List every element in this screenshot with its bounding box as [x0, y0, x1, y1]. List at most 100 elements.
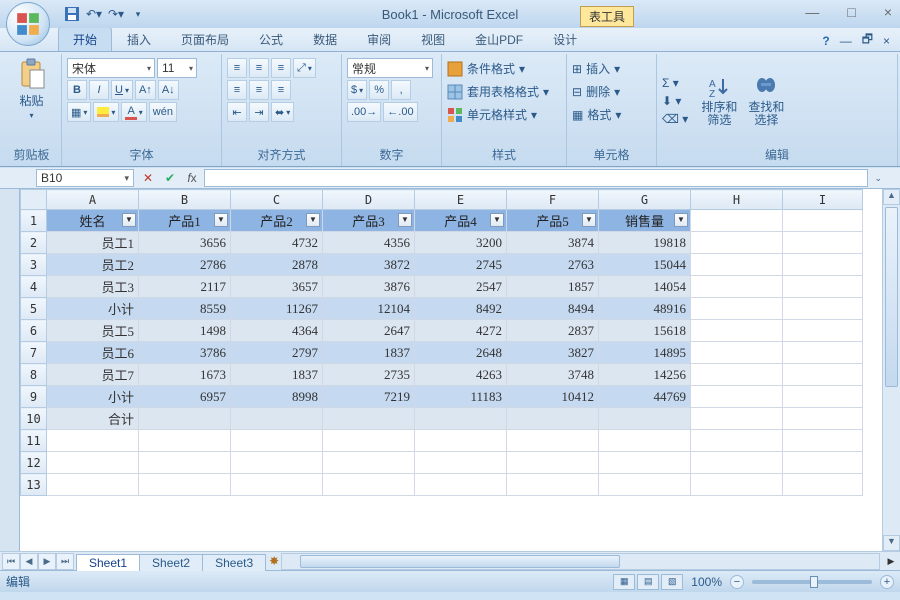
insert-cells-button[interactable]: ⊞ 插入 ▾	[572, 60, 620, 77]
empty-cell[interactable]	[415, 452, 507, 474]
empty-cell[interactable]	[507, 474, 599, 496]
row-header-7[interactable]: 7	[21, 342, 47, 364]
empty-cell[interactable]	[323, 430, 415, 452]
data-cell[interactable]: 8494	[507, 298, 599, 320]
row-header-6[interactable]: 6	[21, 320, 47, 342]
empty-cell[interactable]	[691, 408, 783, 430]
filter-icon[interactable]: ▼	[674, 213, 688, 227]
data-cell[interactable]: 1837	[323, 342, 415, 364]
minimize-button[interactable]: —	[805, 4, 819, 20]
delete-cells-button[interactable]: ⊟ 删除 ▾	[572, 83, 620, 100]
empty-cell[interactable]	[139, 430, 231, 452]
data-cell[interactable]	[323, 408, 415, 430]
empty-cell[interactable]	[783, 298, 863, 320]
data-cell[interactable]: 2648	[415, 342, 507, 364]
data-cell[interactable]: 44769	[599, 386, 691, 408]
enter-formula-icon[interactable]: ✔	[162, 170, 178, 186]
row-header-12[interactable]: 12	[21, 452, 47, 474]
empty-cell[interactable]	[47, 430, 139, 452]
data-cell[interactable]: 3786	[139, 342, 231, 364]
row-header-3[interactable]: 3	[21, 254, 47, 276]
col-header-G[interactable]: G	[599, 190, 691, 210]
hscroll-thumb[interactable]	[300, 555, 620, 568]
tab-页面布局[interactable]: 页面布局	[166, 27, 244, 51]
mdi-close-icon[interactable]: ×	[883, 34, 890, 48]
data-cell[interactable]: 11183	[415, 386, 507, 408]
empty-cell[interactable]	[599, 452, 691, 474]
table-header-cell[interactable]: 产品1▼	[139, 210, 231, 232]
zoom-in-button[interactable]: +	[880, 575, 894, 589]
scroll-up-icon[interactable]: ▲	[883, 189, 900, 205]
align-right-button[interactable]: ≡	[271, 80, 291, 100]
expand-formula-bar-icon[interactable]: ⌄	[874, 173, 882, 184]
empty-cell[interactable]	[783, 320, 863, 342]
sheet-nav-next-icon[interactable]: ▶	[38, 553, 56, 570]
data-cell[interactable]: 2647	[323, 320, 415, 342]
empty-cell[interactable]	[783, 232, 863, 254]
zoom-slider[interactable]	[752, 580, 872, 584]
data-cell[interactable]: 2878	[231, 254, 323, 276]
filter-icon[interactable]: ▼	[122, 213, 136, 227]
empty-cell[interactable]	[139, 452, 231, 474]
empty-cell[interactable]	[691, 276, 783, 298]
shrink-font-button[interactable]: A↓	[158, 80, 179, 100]
empty-cell[interactable]	[691, 254, 783, 276]
sheet-tab-Sheet3[interactable]: Sheet3	[202, 554, 266, 571]
font-color-button[interactable]: A	[121, 102, 146, 122]
tab-视图[interactable]: 视图	[406, 27, 460, 51]
undo-icon[interactable]: ↶▾	[86, 6, 102, 22]
data-cell[interactable]: 15618	[599, 320, 691, 342]
tab-数据[interactable]: 数据	[298, 27, 352, 51]
data-cell[interactable]: 2117	[139, 276, 231, 298]
data-cell[interactable]: 3872	[323, 254, 415, 276]
data-cell[interactable]: 1673	[139, 364, 231, 386]
data-cell[interactable]: 14256	[599, 364, 691, 386]
data-cell[interactable]: 2745	[415, 254, 507, 276]
data-cell[interactable]	[599, 408, 691, 430]
data-cell[interactable]: 2547	[415, 276, 507, 298]
data-cell[interactable]: 19818	[599, 232, 691, 254]
align-left-button[interactable]: ≡	[227, 80, 247, 100]
empty-cell[interactable]	[415, 430, 507, 452]
empty-cell[interactable]	[323, 474, 415, 496]
empty-cell[interactable]	[691, 364, 783, 386]
data-cell[interactable]: 2786	[139, 254, 231, 276]
data-cell[interactable]: 员工5	[47, 320, 139, 342]
empty-cell[interactable]	[783, 386, 863, 408]
fx-icon[interactable]: fx	[184, 170, 200, 186]
empty-cell[interactable]	[783, 342, 863, 364]
sheet-tab-Sheet2[interactable]: Sheet2	[139, 554, 203, 571]
data-cell[interactable]	[415, 408, 507, 430]
filter-icon[interactable]: ▼	[214, 213, 228, 227]
data-cell[interactable]: 1498	[139, 320, 231, 342]
data-cell[interactable]: 员工7	[47, 364, 139, 386]
empty-cell[interactable]	[47, 452, 139, 474]
data-cell[interactable]: 7219	[323, 386, 415, 408]
data-cell[interactable]: 小计	[47, 298, 139, 320]
row-header-11[interactable]: 11	[21, 430, 47, 452]
align-top-button[interactable]: ≡	[227, 58, 247, 78]
sheet-nav-first-icon[interactable]: ⏮	[2, 553, 20, 570]
data-cell[interactable]: 4732	[231, 232, 323, 254]
empty-cell[interactable]	[783, 276, 863, 298]
format-as-table-button[interactable]: 套用表格格式 ▾	[447, 83, 549, 100]
bold-button[interactable]: B	[67, 80, 87, 100]
vertical-scrollbar[interactable]: ▲ ▼	[882, 189, 900, 551]
data-cell[interactable]	[231, 408, 323, 430]
new-sheet-icon[interactable]: ✸	[269, 554, 279, 568]
data-cell[interactable]: 14895	[599, 342, 691, 364]
empty-cell[interactable]	[507, 430, 599, 452]
find-select-button[interactable]: 查找和 选择	[744, 75, 788, 127]
font-size-select[interactable]: 11	[157, 58, 197, 78]
data-cell[interactable]: 8559	[139, 298, 231, 320]
data-cell[interactable]: 员工1	[47, 232, 139, 254]
page-layout-view-icon[interactable]: ▤	[637, 574, 659, 590]
row-header-13[interactable]: 13	[21, 474, 47, 496]
increase-indent-button[interactable]: ⇥	[249, 102, 269, 122]
empty-cell[interactable]	[691, 320, 783, 342]
data-cell[interactable]: 2763	[507, 254, 599, 276]
empty-cell[interactable]	[783, 210, 863, 232]
fill-color-button[interactable]	[93, 102, 119, 122]
help-icon[interactable]: ?	[822, 34, 829, 48]
paste-button[interactable]: 粘贴 ▾	[10, 58, 54, 120]
